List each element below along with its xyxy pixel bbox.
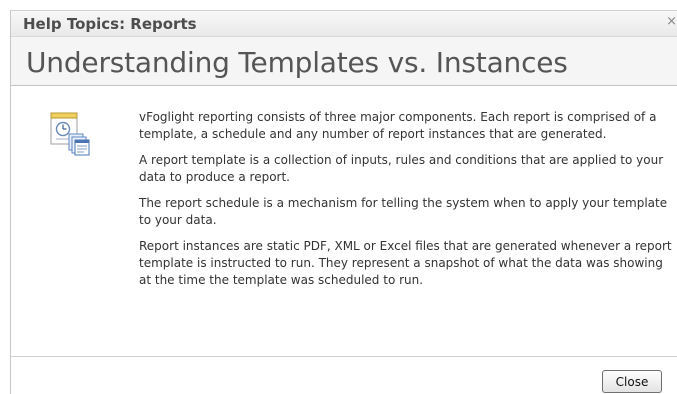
report-template-icon [48, 111, 98, 157]
heading-band: Understanding Templates vs. Instances [11, 37, 677, 86]
paragraph-schedule: The report schedule is a mechanism for t… [139, 196, 668, 227]
paragraph-instances: Report instances are static PDF, XML or … [139, 239, 672, 287]
help-dialog: Help Topics: Reports × Understanding Tem… [0, 0, 677, 394]
dialog-titlebar[interactable]: Help Topics: Reports × [11, 10, 677, 37]
help-content: vFoglight reporting consists of three ma… [139, 109, 673, 298]
close-button[interactable]: Close [602, 370, 662, 393]
paragraph-template: A report template is a collection of inp… [139, 153, 664, 184]
paragraph-components: vFoglight reporting consists of three ma… [139, 110, 657, 141]
close-icon[interactable]: × [666, 14, 677, 29]
page-title: Understanding Templates vs. Instances [26, 46, 568, 79]
footer-divider [11, 356, 677, 357]
dialog-title: Help Topics: Reports [23, 15, 197, 33]
